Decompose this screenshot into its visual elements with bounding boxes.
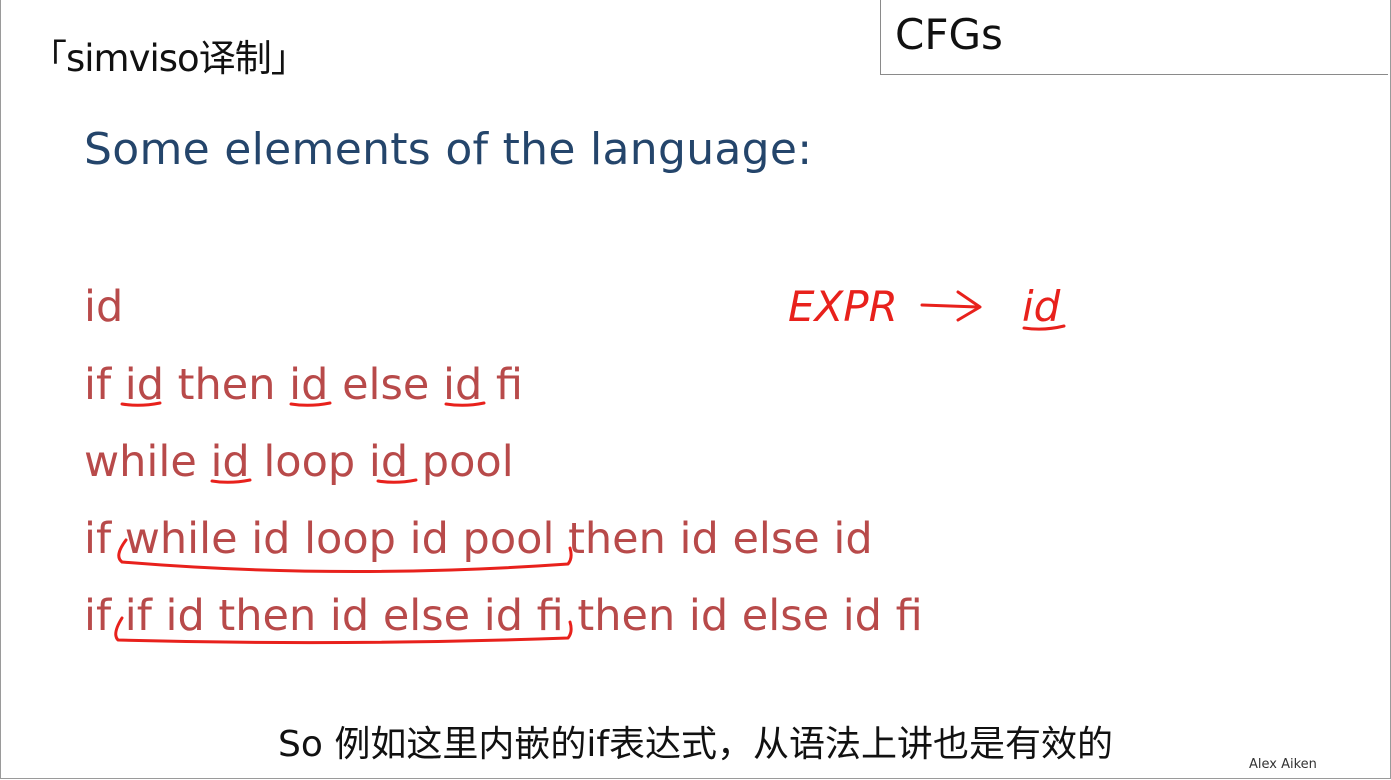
- underline-bracket: [114, 616, 573, 645]
- handwritten-annotations: EXPR id: [114, 282, 1066, 645]
- underline-bracket: [117, 538, 573, 574]
- video-subtitle: So 例如这里内嵌的if表达式，从语法上讲也是有效的: [278, 724, 1113, 765]
- underline-mark: [289, 401, 332, 407]
- underline-mark: [120, 401, 162, 407]
- arrow-mark: [920, 303, 980, 309]
- underline-mark: [376, 478, 418, 484]
- underline-mark: [444, 401, 486, 407]
- rule-lhs: EXPR: [788, 282, 898, 331]
- underline-mark: [210, 478, 252, 484]
- rule-rhs: id: [1022, 282, 1061, 331]
- author-credit: Alex Aiken: [1249, 757, 1317, 772]
